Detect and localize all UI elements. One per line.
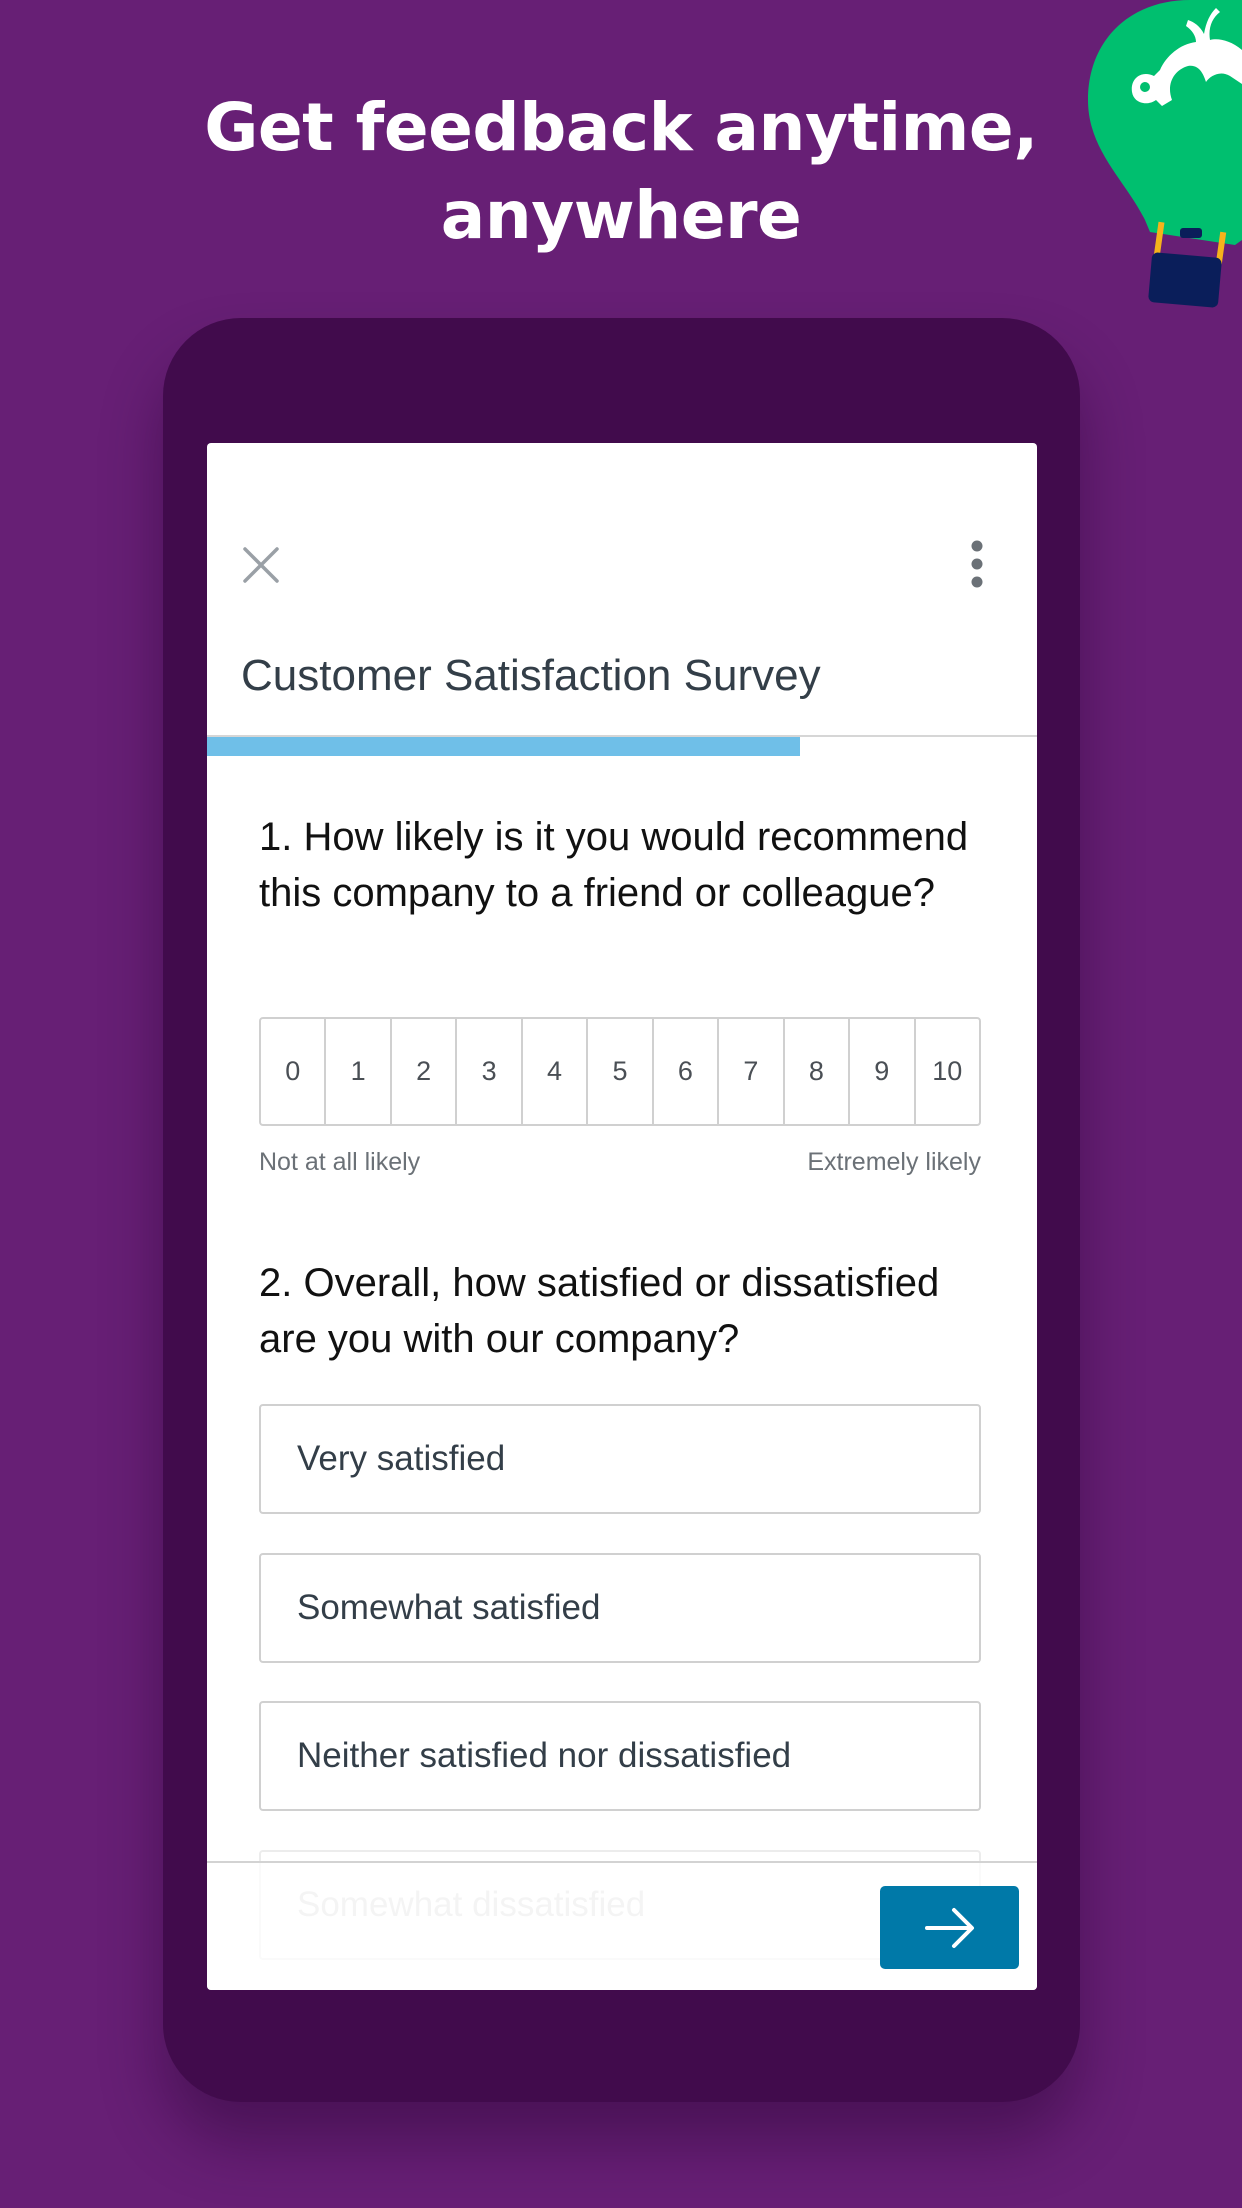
headline-line-1: Get feedback anytime, (204, 89, 1038, 166)
close-button[interactable] (241, 545, 281, 585)
progress-bar-fill (207, 737, 801, 756)
nps-option-0[interactable]: 0 (261, 1019, 324, 1124)
nps-option-9[interactable]: 9 (848, 1019, 913, 1124)
headline-line-2: anywhere (440, 177, 802, 254)
nps-option-5[interactable]: 5 (586, 1019, 651, 1124)
close-icon (243, 547, 279, 583)
nps-option-1[interactable]: 1 (324, 1019, 389, 1124)
choice-very-satisfied[interactable]: Very satisfied (259, 1404, 981, 1514)
nps-option-4[interactable]: 4 (520, 1019, 586, 1124)
progress-bar (207, 737, 1037, 756)
nps-option-8[interactable]: 8 (782, 1019, 848, 1124)
nps-option-6[interactable]: 6 (651, 1019, 717, 1124)
scale-low-label: Not at all likely (259, 1148, 421, 1176)
choice-neither[interactable]: Neither satisfied nor dissatisfied (259, 1701, 981, 1811)
nps-option-10[interactable]: 10 (913, 1019, 979, 1124)
more-vertical-icon (971, 540, 983, 588)
more-options-button[interactable] (962, 537, 992, 595)
choice-somewhat-satisfied[interactable]: Somewhat satisfied (259, 1553, 981, 1663)
scale-high-label: Extremely likely (807, 1148, 981, 1176)
nps-option-3[interactable]: 3 (455, 1019, 520, 1124)
question-1-text: 1. How likely is it you would recommend … (259, 815, 969, 915)
nps-option-2[interactable]: 2 (389, 1019, 455, 1124)
arrow-right-icon (924, 1907, 974, 1948)
survey-title: Customer Satisfaction Survey (241, 651, 821, 700)
question-2-text: 2. Overall, how satisfied or dissatisfie… (259, 1261, 940, 1361)
headline: Get feedback anytime, anywhere (0, 84, 1242, 260)
surveymonkey-balloon-icon (1088, 0, 1242, 308)
next-button[interactable] (880, 1886, 1019, 1969)
nps-option-7[interactable]: 7 (717, 1019, 782, 1124)
survey-screen: Customer Satisfaction Survey 1. How like… (207, 443, 1037, 1990)
nps-scale: 0 1 2 3 4 5 6 7 8 9 10 (259, 1017, 981, 1126)
